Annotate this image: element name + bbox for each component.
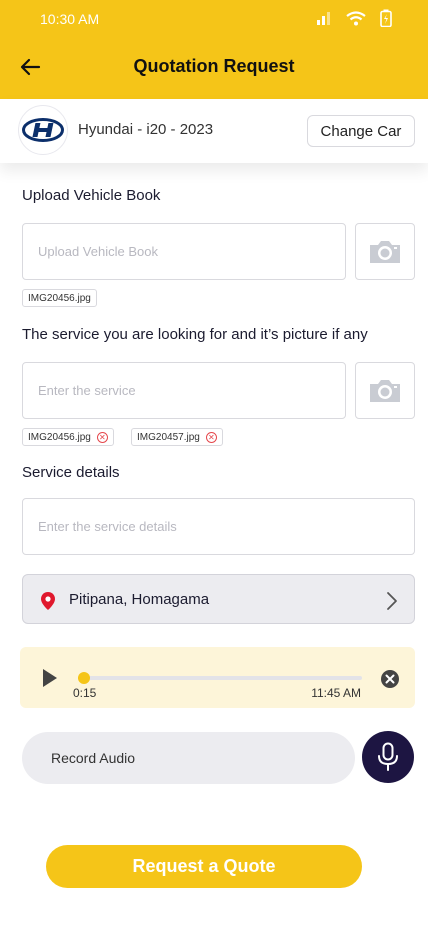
app-header: 10:30 AM Quotation Request <box>0 0 428 99</box>
upload-book-camera-button[interactable] <box>355 223 415 280</box>
chevron-right-icon <box>387 592 397 610</box>
selected-car-card: Hyundai - i20 - 2023 Change Car <box>0 99 428 163</box>
audio-progress-handle[interactable] <box>77 672 90 684</box>
car-name: Hyundai - i20 - 2023 <box>78 121 214 138</box>
file-name: IMG20456.jpg <box>28 431 91 443</box>
audio-current-time: 0:15 <box>73 686 97 700</box>
remove-icon[interactable]: ✕ <box>205 431 217 443</box>
file-name: IMG20456.jpg <box>28 292 91 304</box>
upload-book-input[interactable]: Upload Vehicle Book <box>22 223 346 280</box>
upload-book-label: Upload Vehicle Book <box>22 187 161 204</box>
record-audio-label: Record Audio <box>51 750 136 766</box>
service-details-label: Service details <box>22 464 120 481</box>
play-icon[interactable] <box>41 667 59 689</box>
battery-icon <box>380 9 392 27</box>
location-text: Pitipana, Homagama <box>69 591 210 608</box>
upload-book-placeholder: Upload Vehicle Book <box>38 244 158 259</box>
service-placeholder: Enter the service <box>38 383 136 398</box>
file-name: IMG20457.jpg <box>137 431 200 443</box>
record-audio-button[interactable] <box>362 731 414 783</box>
signal-icon <box>317 12 330 25</box>
location-pin-icon <box>41 592 55 610</box>
audio-timestamp: 11:45 AM <box>311 686 361 700</box>
hyundai-logo <box>18 105 68 155</box>
camera-icon <box>370 240 400 263</box>
request-quote-button[interactable]: Request a Quote <box>46 845 362 888</box>
microphone-icon <box>378 742 398 771</box>
service-input[interactable]: Enter the service <box>22 362 346 419</box>
wifi-icon <box>346 10 366 25</box>
service-label: The service you are looking for and it’s… <box>22 326 368 343</box>
status-time: 10:30 AM <box>40 11 100 27</box>
record-audio-field[interactable]: Record Audio <box>22 732 355 784</box>
status-icons <box>316 9 392 27</box>
service-details-input[interactable]: Enter the service details <box>22 498 415 555</box>
audio-progress-track[interactable] <box>77 672 362 684</box>
service-file-chip: IMG20457.jpg ✕ <box>131 428 223 446</box>
upload-book-file-chip: IMG20456.jpg <box>22 289 97 307</box>
camera-icon <box>370 379 400 402</box>
location-selector[interactable]: Pitipana, Homagama <box>22 574 415 624</box>
audio-player: 0:15 11:45 AM <box>20 647 415 708</box>
close-circle-icon[interactable] <box>381 670 399 688</box>
service-file-chip: IMG20456.jpg ✕ <box>22 428 114 446</box>
change-car-button[interactable]: Change Car <box>307 115 415 147</box>
page-title: Quotation Request <box>133 56 295 76</box>
service-details-placeholder: Enter the service details <box>38 519 177 534</box>
remove-icon[interactable]: ✕ <box>96 431 108 443</box>
service-camera-button[interactable] <box>355 362 415 419</box>
